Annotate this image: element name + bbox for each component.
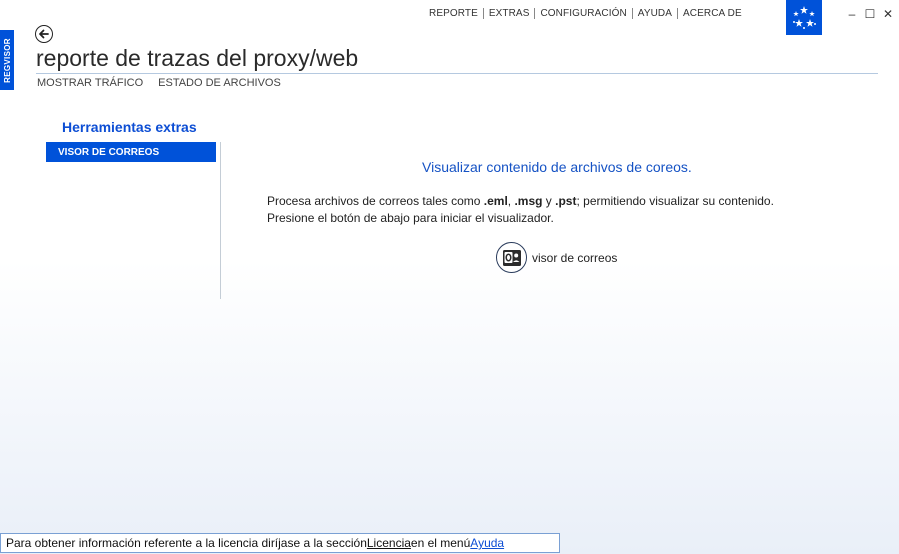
subnav-estado-archivos[interactable]: ESTADO DE ARCHIVOS <box>158 77 281 89</box>
sidebar-item-visor-de-correos[interactable]: VISOR DE CORREOS <box>46 142 216 162</box>
sidebar-heading: Herramientas extras <box>62 119 197 135</box>
arrow-left-icon <box>39 29 49 39</box>
ayuda-link[interactable]: Ayuda <box>470 536 504 550</box>
back-button[interactable] <box>35 25 53 43</box>
desc-text: Procesa archivos de correos tales como <box>267 194 484 208</box>
ext-eml: .eml <box>483 194 508 208</box>
visor-de-correos-label: visor de correos <box>532 250 618 265</box>
menu-configuracion[interactable]: CONFIGURACIÓN <box>535 8 631 19</box>
top-menu: REPORTE EXTRAS CONFIGURACIÓN AYUDA ACERC… <box>424 8 747 19</box>
sub-navigation: MOSTRAR TRÁFICO ESTADO DE ARCHIVOS <box>37 77 281 89</box>
desc-text-end: ; permitiendo visualizar su contenido. <box>576 194 774 208</box>
menu-reporte[interactable]: REPORTE <box>424 8 483 19</box>
description-line-2: Presione el botón de abajo para iniciar … <box>267 211 554 225</box>
description-line-1: Procesa archivos de correos tales como .… <box>267 193 867 210</box>
status-bar: Para obtener información referente a la … <box>0 533 560 553</box>
minimize-icon[interactable]: – <box>845 6 859 22</box>
app-logo <box>786 0 822 35</box>
close-icon[interactable]: ✕ <box>881 6 895 22</box>
button-icon-circle <box>496 242 527 273</box>
visor-de-correos-button[interactable]: visor de correos <box>496 242 617 273</box>
licencia-link[interactable]: Licencia <box>367 536 411 550</box>
status-text-middle: en el menú <box>410 536 471 550</box>
stars-logo-icon <box>793 6 816 29</box>
outlook-icon <box>502 249 521 266</box>
app-side-tab: REGVISOR <box>0 30 14 90</box>
menu-extras[interactable]: EXTRAS <box>484 8 535 19</box>
subnav-mostrar-trafico[interactable]: MOSTRAR TRÁFICO <box>37 77 143 89</box>
desc-and: y <box>542 194 556 208</box>
window-controls: – ☐ ✕ <box>845 6 895 22</box>
page-title: reporte de trazas del proxy/web <box>36 45 359 71</box>
vertical-divider <box>220 142 221 299</box>
title-divider <box>36 73 878 74</box>
app-side-tab-label: REGVISOR <box>2 37 12 83</box>
maximize-icon[interactable]: ☐ <box>863 6 877 22</box>
description: Procesa archivos de correos tales como .… <box>267 193 867 227</box>
status-text: Para obtener información referente a la … <box>6 536 367 550</box>
menu-acerca-de[interactable]: ACERCA DE <box>678 8 747 19</box>
menu-ayuda[interactable]: AYUDA <box>633 8 677 19</box>
ext-pst: .pst <box>555 194 577 208</box>
content-heading: Visualizar contenido de archivos de core… <box>422 159 692 175</box>
ext-msg: .msg <box>514 194 543 208</box>
